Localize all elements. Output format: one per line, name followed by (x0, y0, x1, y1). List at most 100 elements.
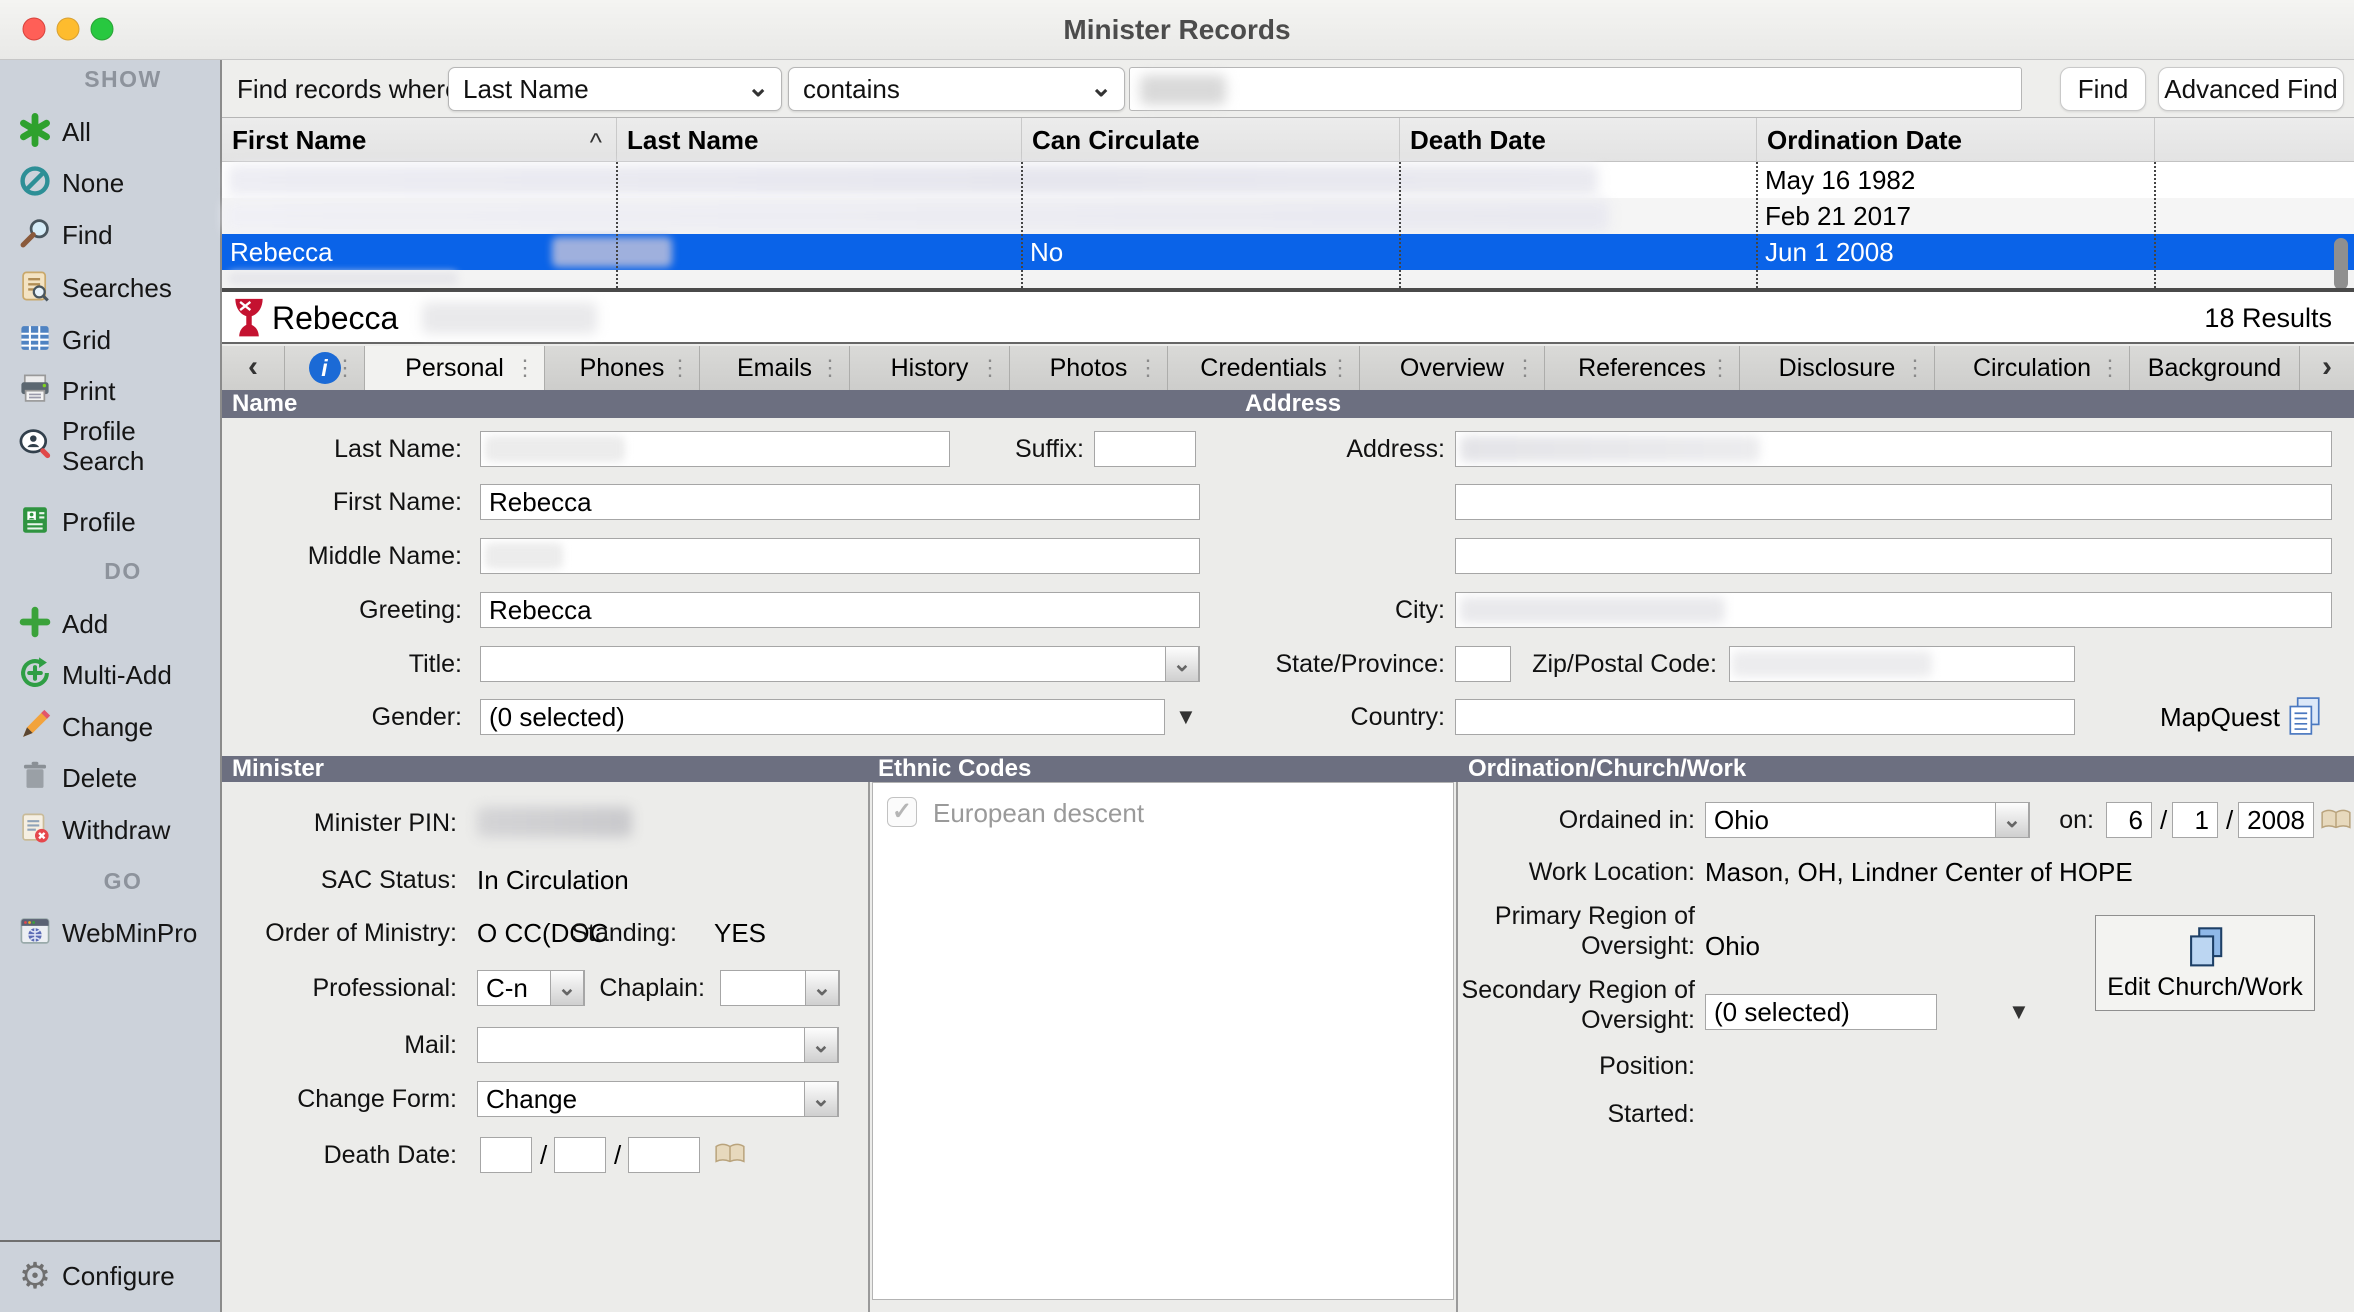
sidebar-item-profile[interactable]: Profile (0, 500, 220, 544)
column-header-death-date[interactable]: Death Date (1400, 118, 1757, 162)
sidebar-item-none[interactable]: None (0, 161, 220, 205)
table-row[interactable]: Feb 21 2017 (222, 198, 2354, 234)
advanced-find-button[interactable]: Advanced Find (2158, 67, 2344, 111)
tab-overview[interactable]: Overview⋮ (1360, 346, 1545, 390)
chaplain-dropdown[interactable]: ⌄ (720, 970, 840, 1006)
zoom-window-icon[interactable] (90, 17, 114, 41)
sidebar-item-change[interactable]: Change (0, 705, 220, 749)
tab-scroll-right-button[interactable]: › (2300, 346, 2354, 390)
city-field[interactable] (1455, 592, 2332, 628)
column-header-can-circulate[interactable]: Can Circulate (1022, 118, 1400, 162)
sidebar-item-webminpro[interactable]: WebMinPro (0, 911, 220, 955)
sidebar-item-all[interactable]: All (0, 110, 220, 154)
column-divider (2154, 162, 2156, 288)
date-separator: / (614, 1137, 621, 1173)
calendar-book-icon[interactable] (2320, 808, 2352, 837)
table-row-selected[interactable]: Rebecca No Jun 1 2008 (222, 234, 2354, 270)
sidebar: SHOW All None Find Searches Grid (0, 60, 222, 1312)
find-field-select[interactable]: Last Name ⌄ (448, 67, 782, 111)
sidebar-item-multi-add[interactable]: Multi-Add (0, 653, 220, 697)
chevron-down-icon[interactable]: ⌄ (805, 970, 839, 1006)
sidebar-item-withdraw[interactable]: Withdraw (0, 808, 220, 852)
address-line3-field[interactable] (1455, 538, 2332, 574)
chalice-icon (234, 297, 264, 344)
tab-emails[interactable]: Emails⋮ (700, 346, 850, 390)
chevron-down-icon[interactable]: ⌄ (550, 970, 584, 1006)
tab-photos[interactable]: Photos⋮ (1010, 346, 1168, 390)
column-header-last-name[interactable]: Last Name (617, 118, 1022, 162)
tab-phones[interactable]: Phones⋮ (545, 346, 700, 390)
edit-church-work-button[interactable]: Edit Church/Work (2095, 915, 2315, 1011)
find-operator-select[interactable]: contains ⌄ (788, 67, 1125, 111)
tab-credentials[interactable]: Credentials⋮ (1168, 346, 1360, 390)
sidebar-item-add[interactable]: Add (0, 602, 220, 646)
find-query-input[interactable] (1129, 67, 2022, 111)
address-line2-field[interactable] (1455, 484, 2332, 520)
greeting-field[interactable]: Rebecca (480, 592, 1200, 628)
ordination-day-field[interactable]: 1 (2172, 802, 2218, 838)
table-scrollbar-thumb[interactable] (2334, 238, 2348, 290)
tab-circulation[interactable]: Circulation⋮ (1935, 346, 2130, 390)
column-header-first-name[interactable]: First Name ^ (222, 118, 617, 162)
standing-value: YES (714, 915, 766, 951)
table-row-partial[interactable] (222, 270, 2354, 288)
last-name-field[interactable] (480, 431, 950, 467)
calendar-book-icon[interactable] (714, 1142, 746, 1171)
title-dropdown[interactable]: ⌄ (480, 646, 1200, 682)
ordination-year-field[interactable]: 2008 (2238, 802, 2314, 838)
mapquest-pages-icon[interactable] (2286, 696, 2322, 741)
tab-personal[interactable]: Personal⋮ (365, 346, 545, 390)
dropdown-triangle-icon[interactable]: ▼ (2008, 994, 2030, 1030)
minimize-window-icon[interactable] (56, 17, 80, 41)
sidebar-item-profile-search[interactable]: Profile Search (0, 414, 220, 474)
checked-checkbox-icon[interactable]: ✓ (887, 797, 917, 827)
ethnic-code-item[interactable]: ✓ European descent (873, 783, 1453, 841)
column-header-empty (2155, 118, 2354, 162)
sidebar-item-print[interactable]: Print (0, 369, 220, 413)
sac-status-label: SAC Status: (222, 862, 457, 898)
first-name-field[interactable]: Rebecca (480, 484, 1200, 520)
middle-name-field[interactable] (480, 538, 1200, 574)
tab-background[interactable]: Background (2130, 346, 2300, 390)
address-line1-field[interactable] (1455, 431, 2332, 467)
sidebar-item-configure[interactable]: ⚙ Configure (0, 1254, 220, 1298)
main-area: Find records where Last Name ⌄ contains … (222, 60, 2354, 1312)
table-row[interactable]: May 16 1982 (222, 162, 2354, 198)
mail-dropdown[interactable]: ⌄ (477, 1027, 839, 1063)
suffix-field[interactable] (1094, 431, 1196, 467)
sidebar-item-find[interactable]: Find (0, 213, 220, 257)
ordained-in-dropdown[interactable]: Ohio ⌄ (1705, 802, 2030, 838)
dropdown-triangle-icon[interactable]: ▼ (1175, 699, 1197, 735)
tab-disclosure[interactable]: Disclosure⋮ (1740, 346, 1935, 390)
column-header-ordination-date[interactable]: Ordination Date (1757, 118, 2155, 162)
tab-history[interactable]: History⋮ (850, 346, 1010, 390)
tab-info-button[interactable]: i ⋮ (285, 346, 365, 390)
zip-postal-field[interactable] (1729, 646, 2075, 682)
death-month-field[interactable] (480, 1137, 532, 1173)
sidebar-item-delete[interactable]: Delete (0, 756, 220, 800)
mapquest-button[interactable]: MapQuest (2160, 699, 2280, 735)
chevron-down-icon[interactable]: ⌄ (1165, 646, 1199, 682)
chevron-down-icon[interactable]: ⌄ (804, 1027, 838, 1063)
started-label: Started: (1458, 1096, 1695, 1132)
chevron-down-icon[interactable]: ⌄ (1995, 802, 2029, 838)
professional-dropdown[interactable]: C-n ⌄ (477, 970, 585, 1006)
panel-divider (868, 782, 870, 1312)
death-year-field[interactable] (628, 1137, 700, 1173)
find-button[interactable]: Find (2060, 67, 2146, 111)
secondary-region-field[interactable]: (0 selected) (1705, 994, 1937, 1030)
close-window-icon[interactable] (22, 17, 46, 41)
state-province-field[interactable] (1455, 646, 1511, 682)
sidebar-item-searches[interactable]: Searches (0, 266, 220, 310)
tab-scroll-left-button[interactable]: ‹ (222, 346, 285, 390)
ordination-month-field[interactable]: 6 (2106, 802, 2152, 838)
gender-field[interactable]: (0 selected) (480, 699, 1165, 735)
redacted-query-value (1140, 75, 1226, 105)
redacted-zip-value (1732, 651, 1932, 677)
country-field[interactable] (1455, 699, 2075, 735)
sidebar-item-grid[interactable]: Grid (0, 318, 220, 362)
death-day-field[interactable] (554, 1137, 606, 1173)
chevron-down-icon[interactable]: ⌄ (804, 1081, 838, 1117)
change-form-dropdown[interactable]: Change ⌄ (477, 1081, 839, 1117)
tab-references[interactable]: References⋮ (1545, 346, 1740, 390)
